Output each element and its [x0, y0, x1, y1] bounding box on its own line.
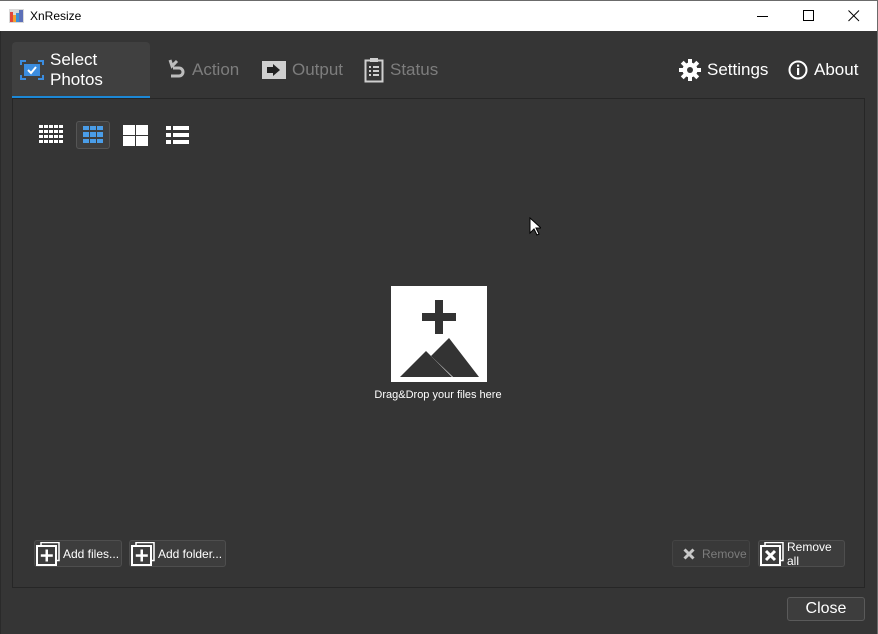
- gear-icon: [679, 59, 701, 81]
- tab-bar: Select Photos Action Output Status Setti…: [0, 31, 878, 98]
- add-folder-button[interactable]: Add folder...: [129, 540, 226, 567]
- remove-x-icon: [683, 547, 695, 560]
- large-grid-icon: [122, 124, 148, 146]
- add-folder-label: Add folder...: [158, 546, 223, 561]
- list-icon: [165, 126, 189, 144]
- close-window-button[interactable]: [831, 1, 877, 31]
- tab-label: Status: [390, 60, 439, 79]
- status-clipboard-icon: [364, 57, 384, 83]
- title-bar: XnResize: [0, 0, 878, 31]
- close-button[interactable]: Close: [787, 597, 865, 621]
- maximize-button[interactable]: [786, 1, 832, 31]
- tab-status[interactable]: Status: [364, 42, 438, 98]
- remove-label: Remove: [702, 546, 747, 561]
- app-icon: [9, 9, 24, 23]
- dropzone[interactable]: [391, 286, 487, 382]
- tab-select-photos[interactable]: Select Photos: [12, 42, 150, 98]
- minimize-button[interactable]: [740, 1, 786, 31]
- about-label: About: [814, 60, 859, 79]
- select-photos-icon: [20, 60, 44, 80]
- info-icon: [788, 60, 808, 80]
- remove-all-icon: [759, 541, 785, 566]
- view-list-button[interactable]: [160, 121, 194, 149]
- photos-panel[interactable]: Drag&Drop your files here Add files... A…: [12, 98, 865, 588]
- remove-all-label: Remove all: [787, 539, 832, 568]
- mouse-cursor-icon: [529, 217, 541, 236]
- medium-grid-icon: [83, 126, 103, 143]
- close-icon: [848, 10, 860, 22]
- add-image-icon: [400, 300, 479, 377]
- window-title: XnResize: [30, 9, 82, 23]
- view-large-thumbnails-button[interactable]: [118, 121, 152, 149]
- small-grid-icon: [39, 125, 63, 143]
- output-icon: [262, 61, 286, 79]
- action-icon: [166, 58, 186, 82]
- tab-label: Action: [192, 60, 240, 79]
- window-border-left: [0, 31, 1, 634]
- tab-action[interactable]: Action: [166, 42, 239, 98]
- maximize-icon: [803, 10, 814, 21]
- about-button[interactable]: About: [788, 42, 858, 98]
- tab-label: Output: [292, 60, 344, 79]
- view-small-thumbnails-button[interactable]: [34, 121, 68, 149]
- add-files-label: Add files...: [63, 546, 120, 561]
- tab-label: Select Photos: [50, 50, 103, 89]
- tab-output[interactable]: Output: [262, 42, 343, 98]
- remove-all-button[interactable]: Remove all: [758, 539, 845, 568]
- settings-label: Settings: [707, 60, 769, 79]
- add-folder-icon: [130, 541, 156, 566]
- view-medium-thumbnails-button[interactable]: [76, 121, 110, 149]
- dropzone-text: Drag&Drop your files here: [374, 389, 502, 401]
- add-files-icon: [35, 541, 61, 566]
- settings-button[interactable]: Settings: [679, 42, 768, 98]
- remove-button[interactable]: Remove: [672, 540, 750, 567]
- minimize-icon: [757, 16, 768, 17]
- add-files-button[interactable]: Add files...: [34, 540, 122, 567]
